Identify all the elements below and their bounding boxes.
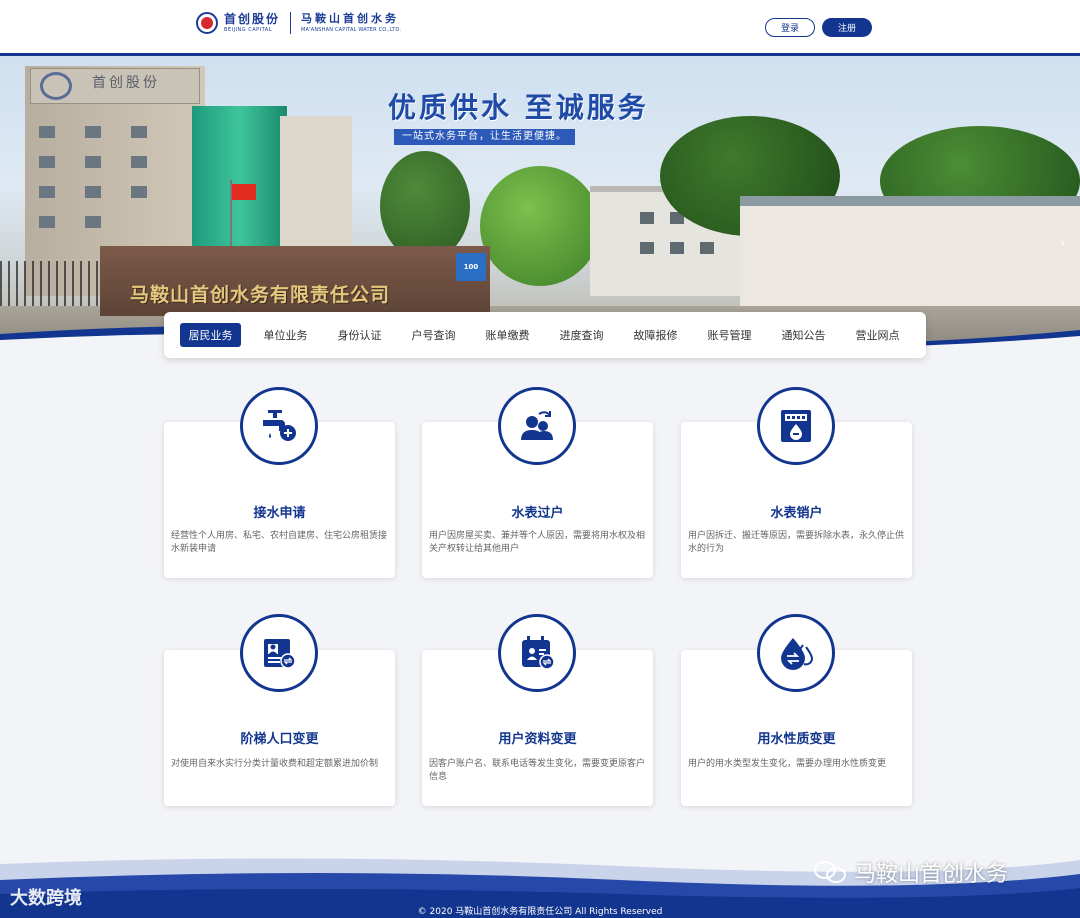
flag [232, 184, 256, 200]
tab-outlets[interactable]: 营业网点 [847, 323, 908, 347]
watermark-left-text: 大数跨境 [10, 888, 82, 909]
banner-board-text: 100 [463, 263, 479, 271]
user-transfer-icon[interactable] [498, 387, 576, 465]
watermark-left: 大数跨境 [10, 884, 82, 910]
register-button[interactable]: 注册 [822, 18, 872, 37]
banner-glass-facade [192, 106, 287, 256]
card-title: 用户资料变更 [498, 732, 577, 747]
tab-identity[interactable]: 身份认证 [329, 323, 390, 347]
top-header: 首创股份 BEIJING CAPITAL 马鞍山首创水务 MA'ANSHAN C… [0, 0, 1080, 56]
service-nav: 居民业务 单位业务 身份认证 户号查询 账单缴费 进度查询 故障报修 账号管理 … [164, 312, 926, 358]
watermark-right: 马鞍山首创水务 [814, 856, 1008, 888]
banner-title: 优质供水 至诚服务 [388, 91, 649, 124]
card-title: 水表销户 [770, 506, 823, 521]
tab-bill-pay[interactable]: 账单缴费 [477, 323, 538, 347]
tab-resident[interactable]: 居民业务 [180, 323, 241, 347]
tab-unit[interactable]: 单位业务 [255, 323, 316, 347]
hero-banner: 首创股份 马鞍山首创水务有限责任公司 100 优质供水 至诚服务 一站式水务平台… [0, 56, 1080, 346]
logo2-text: 马鞍山首创水务 MA'ANSHAN CAPITAL WATER CO.,LTD. [301, 12, 401, 34]
logo2-cn: 马鞍山首创水务 [301, 12, 400, 25]
tab-account-query[interactable]: 户号查询 [403, 323, 464, 347]
tab-progress[interactable]: 进度查询 [551, 323, 612, 347]
watermark-right-text: 马鞍山首创水务 [854, 862, 1009, 887]
tab-account-manage[interactable]: 账号管理 [699, 323, 760, 347]
banner-building-mid [280, 116, 352, 246]
logo1-en: BEIJING CAPITAL [224, 27, 272, 33]
company-logos[interactable]: 首创股份 BEIJING CAPITAL 马鞍山首创水务 MA'ANSHAN C… [196, 12, 401, 34]
card-desc: 对使用自来水实行分类计量收费和超定额累进加价制 [171, 759, 379, 769]
card-desc: 经营性个人用房、私宅、农村自建房、住宅公房租赁接水新装申请 [171, 531, 388, 554]
logo2-en: MA'ANSHAN CAPITAL WATER CO.,LTD. [301, 27, 402, 33]
banner-company-sign: 马鞍山首创水务有限责任公司 [130, 284, 391, 306]
tab-repair[interactable]: 故障报修 [625, 323, 686, 347]
card-desc: 用户因拆迁、搬迁等原因，需要拆除水表，永久停止供水的行为 [688, 531, 905, 554]
faucet-plus-icon[interactable] [240, 387, 318, 465]
card-title: 阶梯人口变更 [240, 732, 319, 747]
banner-tree [380, 151, 470, 261]
calendar-user-change-icon[interactable] [498, 614, 576, 692]
banner-next-arrow-icon[interactable]: › [1060, 236, 1065, 250]
logo1-text: 首创股份 BEIJING CAPITAL [224, 12, 280, 34]
logo-divider [290, 12, 292, 34]
tab-notice[interactable]: 通知公告 [773, 323, 834, 347]
copyright-text: © 2020 马鞍山首创水务有限责任公司 All Rights Reserved [417, 907, 663, 917]
meter-cancel-icon[interactable] [757, 387, 835, 465]
banner-tree [480, 166, 600, 286]
card-desc: 用户的用水类型发生变化，需要办理用水性质变更 [688, 759, 887, 769]
beijing-capital-logo-icon [196, 12, 218, 34]
banner-roof-sign-text: 首创股份 [92, 75, 160, 91]
banner-board: 100 [456, 253, 486, 281]
banner-roof-logo-icon [40, 72, 72, 100]
login-button[interactable]: 登录 [765, 18, 815, 37]
card-title: 水表过户 [511, 506, 564, 521]
water-drop-change-icon[interactable] [757, 614, 835, 692]
card-desc: 因客户账户名、联系电话等发生变化，需要变更原客户信息 [429, 759, 646, 782]
card-desc: 用户因房屋买卖、兼并等个人原因，需要将用水权及相关产权转让给其他用户 [429, 531, 646, 554]
logo1-cn: 首创股份 [224, 12, 281, 26]
id-card-change-icon[interactable] [240, 614, 318, 692]
card-title: 接水申请 [253, 506, 306, 521]
banner-subtitle: 一站式水务平台，让生活更便捷。 [394, 129, 575, 145]
wechat-icon [814, 859, 848, 885]
card-title: 用水性质变更 [757, 732, 836, 747]
